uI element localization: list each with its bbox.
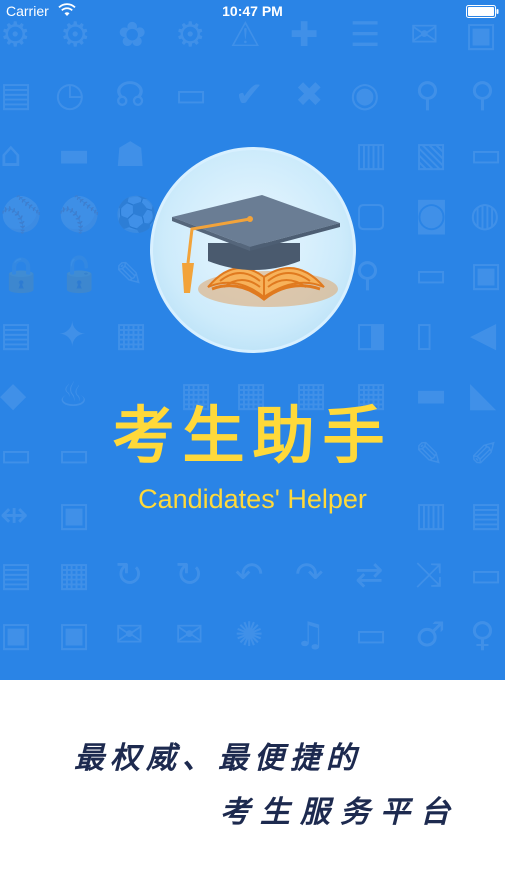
pattern-icon: ↶	[235, 555, 264, 595]
graduation-cap-book-icon	[172, 195, 340, 307]
pattern-icon: ♂	[415, 615, 446, 655]
pattern-icon: ◨	[355, 315, 388, 355]
pattern-icon: ⤨	[415, 555, 443, 595]
pattern-icon: ▧	[415, 135, 448, 175]
pattern-icon: ▣	[58, 615, 91, 655]
slogan-line-1: 最权威、最便捷的	[74, 741, 362, 776]
pattern-icon: ☗	[115, 135, 146, 175]
app-subtitle: Candidates' Helper	[138, 484, 367, 514]
pattern-icon: ✺	[235, 615, 264, 655]
pattern-icon: ◙	[415, 195, 448, 235]
pattern-icon: ◀	[470, 315, 497, 355]
pattern-icon: ♫	[295, 615, 326, 655]
slogan-line-2: 考生服务平台	[220, 795, 460, 830]
pattern-icon: ▯	[415, 315, 434, 355]
pattern-icon: ▢	[355, 195, 388, 235]
pattern-icon: ▦	[58, 555, 91, 595]
pattern-icon: ✔	[235, 75, 264, 115]
battery-icon	[466, 5, 499, 18]
pattern-icon: ⚲	[470, 75, 495, 115]
pattern-icon: ✦	[58, 315, 87, 355]
pattern-icon: ⚲	[355, 255, 380, 295]
pattern-icon: ▤	[0, 555, 33, 595]
pattern-icon: ⚾	[0, 195, 43, 235]
pattern-icon: ▤	[0, 315, 33, 355]
app-title: 考生助手	[112, 399, 393, 472]
pattern-icon: 🔒	[0, 255, 43, 295]
pattern-icon: ✉	[115, 615, 144, 655]
pattern-icon: ◉	[350, 75, 380, 115]
pattern-icon: ▣	[470, 255, 503, 295]
pattern-icon: ▣	[0, 615, 33, 655]
pattern-icon: ↷	[295, 555, 324, 595]
pattern-icon: ↻	[115, 555, 144, 595]
pattern-icon: ◍	[470, 195, 500, 235]
pattern-icon: ▭	[470, 555, 503, 595]
pattern-icon: ▬	[58, 135, 91, 175]
pattern-icon: ⇄	[355, 555, 384, 595]
pattern-icon: ⚲	[415, 75, 440, 115]
pattern-icon: ▥	[355, 135, 388, 175]
pattern-icon: ▤	[0, 75, 33, 115]
pattern-icon: ✉	[175, 615, 204, 655]
pattern-icon: ✎	[115, 255, 144, 295]
status-time: 10:47 PM	[222, 3, 283, 19]
pattern-icon: ◷	[55, 75, 85, 115]
pattern-icon: ▭	[415, 255, 448, 295]
pattern-icon: ⚾	[58, 195, 101, 235]
splash-background: ⚙ ⚙ ✿ ⚙ ⚠ ✚ ☰ ✉ ▣ ▤ ◷ ☊ ▭ ✔ ✖ ◉ ⚲ ⚲ ⌂ ▬ …	[0, 0, 505, 680]
pattern-icon: ↻	[175, 555, 204, 595]
pattern-icon: ♀	[470, 615, 495, 655]
pattern-icon: ☊	[115, 75, 146, 115]
pattern-icon: ▦	[115, 315, 148, 355]
pattern-icon: 🔓	[58, 255, 101, 295]
status-bar: Carrier 10:47 PM	[0, 0, 505, 24]
pattern-icon: ▭	[175, 75, 208, 115]
pattern-icon: ▭	[470, 135, 503, 175]
pattern-icon: ▭	[355, 615, 388, 655]
pattern-icon: ⌂	[0, 135, 22, 175]
pattern-icon: ✖	[295, 75, 324, 115]
